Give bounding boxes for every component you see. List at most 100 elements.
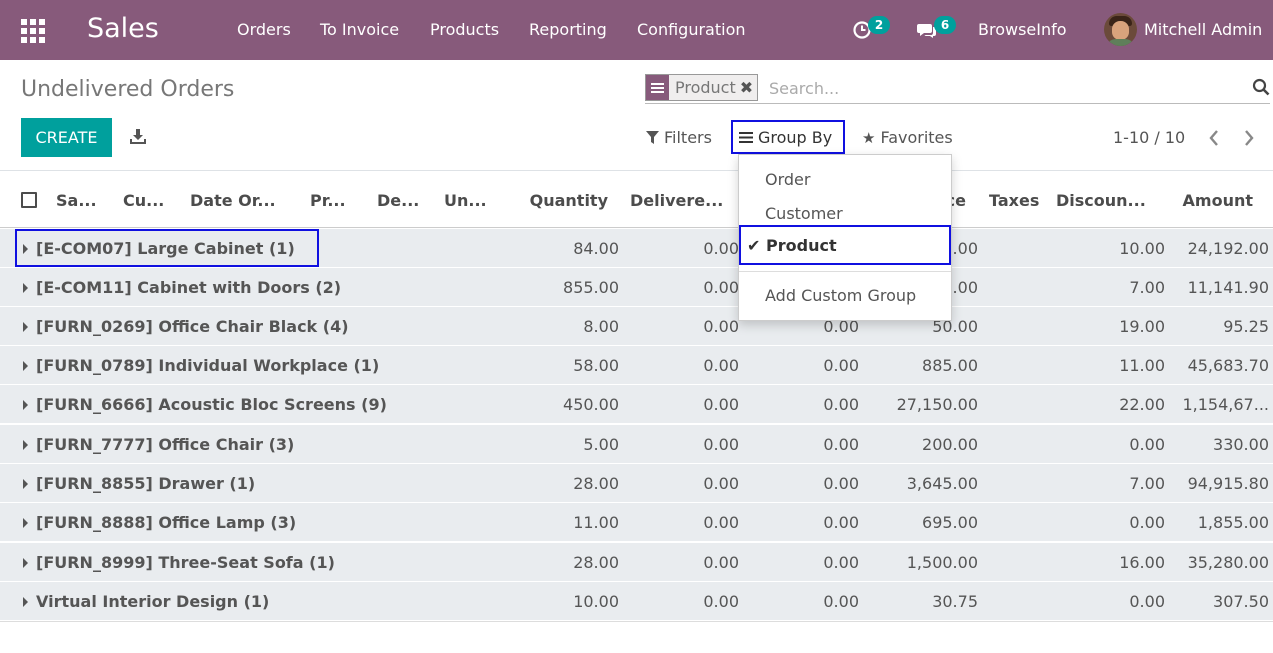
- cell-amount: 330.00: [1213, 435, 1269, 454]
- cell-unit-price: 27,150.00: [896, 395, 978, 414]
- groupby-option-product[interactable]: ✔ Product: [739, 225, 951, 265]
- group-row[interactable]: Virtual Interior Design (1) 10.00 0.00 0.00…: [0, 582, 1273, 621]
- group-row[interactable]: [FURN_6666] Acoustic Bloc Screens (9) 450…: [0, 385, 1273, 424]
- group-row[interactable]: [FURN_8999] Three-Seat Sofa (1) 28.00 0.00…: [0, 543, 1273, 582]
- group-row[interactable]: [FURN_8855] Drawer (1) 28.00 0.00 0.00 3,645…: [0, 464, 1273, 503]
- caret-right-icon: [23, 558, 28, 568]
- facet-remove-icon[interactable]: ✖: [739, 75, 758, 100]
- user-menu[interactable]: Mitchell Admin: [1144, 20, 1262, 39]
- cell-discount: 19.00: [1119, 317, 1165, 336]
- activity-count-badge: 2: [868, 16, 890, 34]
- col-delivered[interactable]: Delivere...: [630, 191, 723, 210]
- cell-discount: 10.00: [1119, 239, 1165, 258]
- groupby-option-customer[interactable]: Customer: [765, 204, 843, 223]
- col-discount[interactable]: Discoun...: [1056, 191, 1146, 210]
- col-product[interactable]: Pr...: [310, 191, 346, 210]
- menu-configuration[interactable]: Configuration: [637, 20, 746, 39]
- col-date-order[interactable]: Date Or...: [190, 191, 276, 210]
- create-button[interactable]: CREATE: [21, 118, 112, 157]
- app-name[interactable]: Sales: [87, 13, 159, 44]
- caret-right-icon: [23, 361, 28, 371]
- group-name: [FURN_8888] Office Lamp (3): [36, 513, 297, 532]
- cell-quantity: 5.00: [583, 435, 619, 454]
- filters-button[interactable]: Filters: [646, 128, 712, 147]
- group-by-dropdown: Order Customer ✔ Product Add Custom Grou…: [738, 154, 952, 321]
- cell-unit-price: .00: [952, 278, 978, 297]
- favorites-button[interactable]: ★ Favorites: [862, 128, 953, 147]
- caret-right-icon: [23, 518, 28, 528]
- cell-invoiced: 0.00: [823, 592, 859, 611]
- filter-icon: [646, 130, 659, 144]
- col-taxes[interactable]: Taxes: [989, 191, 1039, 210]
- group-row[interactable]: [FURN_0789] Individual Workplace (1) 58.0…: [0, 346, 1273, 385]
- cell-discount: 0.00: [1129, 435, 1165, 454]
- cell-invoiced: 0.00: [823, 356, 859, 375]
- cell-quantity: 28.00: [573, 553, 619, 572]
- company-switcher[interactable]: BrowseInfo: [978, 20, 1067, 39]
- menu-reporting[interactable]: Reporting: [529, 20, 607, 39]
- cell-amount: 45,683.70: [1187, 356, 1269, 375]
- cell-delivered: 0.00: [703, 278, 739, 297]
- download-icon[interactable]: [129, 128, 147, 146]
- cell-amount: 24,192.00: [1187, 239, 1269, 258]
- cell-unit-price: 30.75: [932, 592, 978, 611]
- pager-value[interactable]: 1-10 / 10: [1113, 128, 1185, 147]
- group-name: [FURN_8999] Three-Seat Sofa (1): [36, 553, 335, 572]
- cell-delivered: 0.00: [703, 513, 739, 532]
- menu-to-invoice[interactable]: To Invoice: [320, 20, 399, 39]
- cell-discount: 7.00: [1129, 474, 1165, 493]
- cell-invoiced: 0.00: [823, 435, 859, 454]
- cell-discount: 11.00: [1119, 356, 1165, 375]
- cell-amount: 95.25: [1223, 317, 1269, 336]
- apps-menu-icon[interactable]: [21, 19, 45, 43]
- cell-delivered: 0.00: [703, 356, 739, 375]
- group-row[interactable]: [FURN_8888] Office Lamp (3) 11.00 0.00 0.00…: [0, 503, 1273, 542]
- group-row[interactable]: [FURN_7777] Office Chair (3) 5.00 0.00 0.00…: [0, 425, 1273, 464]
- col-amount[interactable]: Amount: [1183, 191, 1253, 210]
- group-name: [FURN_7777] Office Chair (3): [36, 435, 295, 454]
- search-icon[interactable]: [1252, 78, 1270, 96]
- group-by-icon: [646, 75, 669, 100]
- cell-quantity: 10.00: [573, 592, 619, 611]
- menu-orders[interactable]: Orders: [237, 20, 291, 39]
- col-unit[interactable]: Un...: [444, 191, 487, 210]
- cell-unit-price: 200.00: [922, 435, 978, 454]
- cell-delivered: 0.00: [703, 592, 739, 611]
- table-header: Sa... Cu... Date Or... Pr... De... Un...…: [0, 171, 1273, 228]
- facet-label: Product: [669, 75, 740, 100]
- search-input[interactable]: [769, 76, 1239, 100]
- favorites-label: Favorites: [880, 128, 953, 147]
- select-all-checkbox[interactable]: [21, 192, 37, 208]
- menu-products[interactable]: Products: [430, 20, 499, 39]
- star-icon: ★: [862, 128, 876, 147]
- caret-right-icon: [23, 322, 28, 332]
- page-title: Undelivered Orders: [21, 77, 235, 102]
- group-name: [FURN_8855] Drawer (1): [36, 474, 256, 493]
- cell-amount: 11,141.90: [1187, 278, 1269, 297]
- cell-quantity: 28.00: [573, 474, 619, 493]
- chevron-left-icon[interactable]: [1208, 130, 1220, 146]
- chevron-right-icon[interactable]: [1243, 130, 1255, 146]
- group-row[interactable]: [FURN_0269] Office Chair Black (4) 8.00 0.…: [0, 307, 1273, 346]
- col-customer[interactable]: Cu...: [123, 191, 164, 210]
- cell-invoiced: 0.00: [823, 553, 859, 572]
- col-quantity[interactable]: Quantity: [530, 191, 608, 210]
- cell-quantity: 58.00: [573, 356, 619, 375]
- cell-quantity: 11.00: [573, 513, 619, 532]
- group-row[interactable]: [E-COM11] Cabinet with Doors (2) 855.00 0.…: [0, 268, 1273, 307]
- groupby-option-order[interactable]: Order: [765, 170, 810, 189]
- cell-quantity: 855.00: [563, 278, 619, 297]
- col-salesperson[interactable]: Sa...: [56, 191, 97, 210]
- col-description[interactable]: De...: [377, 191, 419, 210]
- dropdown-divider: [739, 271, 951, 272]
- search-facet: Product ✖: [645, 74, 759, 101]
- cell-amount: 1,154,67...: [1182, 395, 1269, 414]
- group-name: [FURN_0789] Individual Workplace (1): [36, 356, 380, 375]
- cell-unit-price: 3,645.00: [906, 474, 978, 493]
- user-avatar[interactable]: [1104, 13, 1137, 46]
- add-custom-group[interactable]: Add Custom Group: [765, 286, 916, 305]
- group-name: [FURN_6666] Acoustic Bloc Screens (9): [36, 395, 387, 414]
- filters-label: Filters: [664, 128, 712, 147]
- search-bar: Product ✖: [645, 73, 1270, 104]
- cell-quantity: 450.00: [563, 395, 619, 414]
